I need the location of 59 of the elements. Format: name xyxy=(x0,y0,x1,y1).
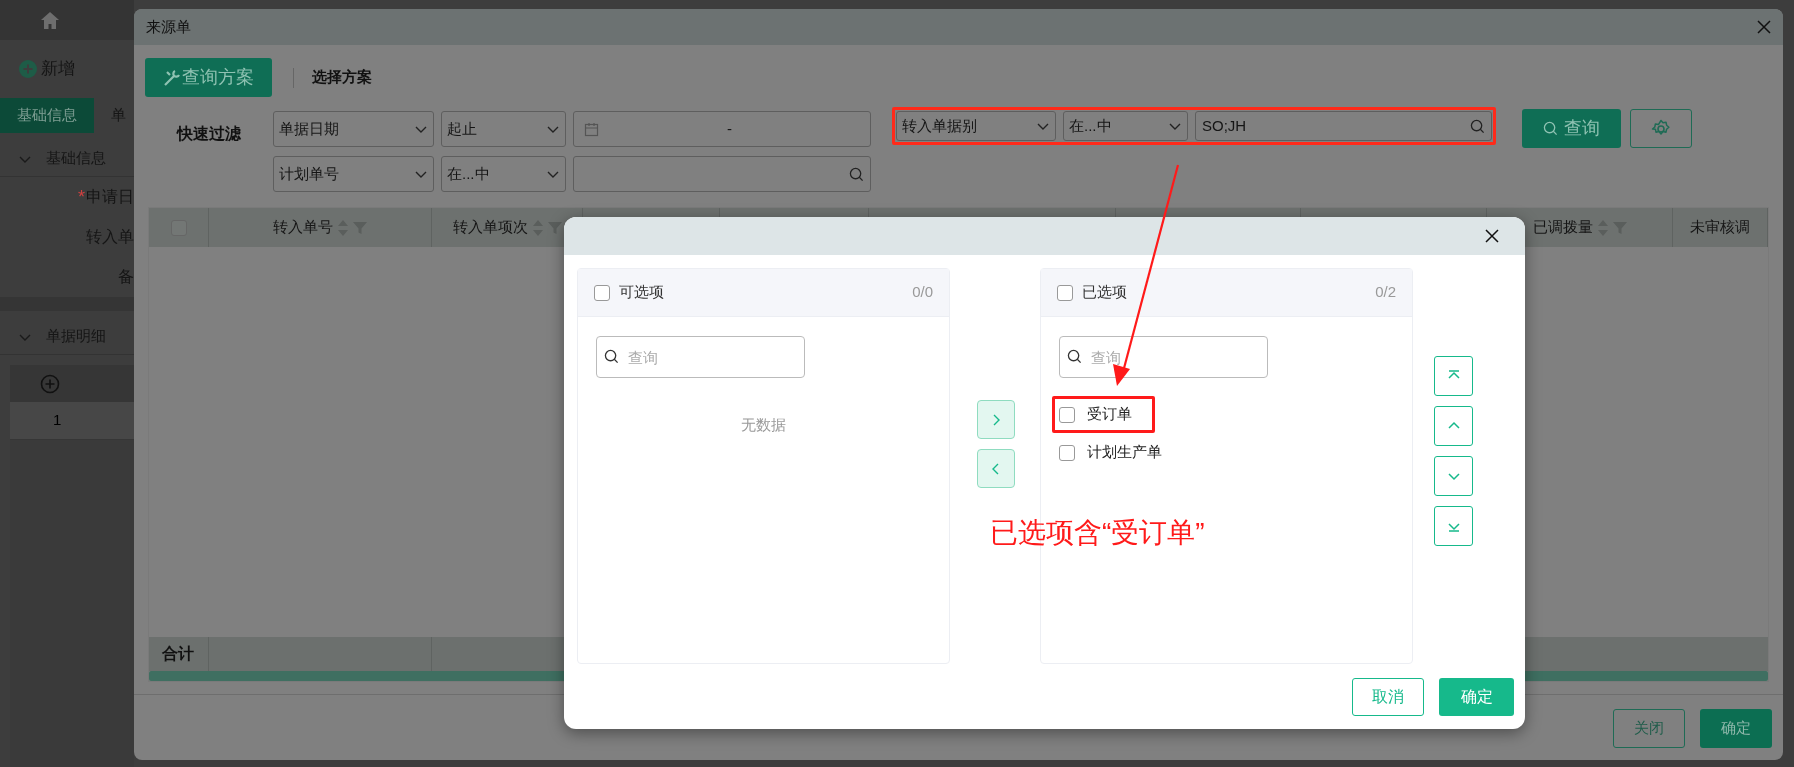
search-icon xyxy=(849,166,864,182)
confirm-button[interactable]: 确定 xyxy=(1439,678,1514,716)
panel-title: 可选项 xyxy=(619,282,664,303)
annotation-text: 已选项含“受订单” xyxy=(990,517,1205,548)
checkbox[interactable] xyxy=(1059,406,1075,423)
search-icon xyxy=(604,349,619,364)
dropdown[interactable]: 转入单据别 xyxy=(896,111,1056,141)
dropdown[interactable]: 计划单号 xyxy=(273,156,434,192)
panel-title: 已选项 xyxy=(1082,282,1127,303)
search-icon xyxy=(1067,349,1082,364)
search-icon xyxy=(1543,121,1558,136)
dropdown[interactable]: 起止 xyxy=(441,111,566,147)
dropdown[interactable]: 在...中 xyxy=(441,156,566,192)
column-header: 已调拨量 xyxy=(1532,217,1593,238)
date-range-field[interactable]: - xyxy=(573,111,871,147)
tab[interactable]: 基础信息 xyxy=(0,98,94,133)
search-icon xyxy=(1470,118,1485,134)
input-field[interactable] xyxy=(573,156,871,192)
list-item[interactable]: 计划生产单 xyxy=(1087,441,1162,464)
tools-icon xyxy=(163,68,181,87)
settings-button[interactable] xyxy=(1630,109,1692,148)
query-scheme-button[interactable]: 查询方案 xyxy=(145,58,272,97)
total-label: 合计 xyxy=(162,644,194,664)
search-field[interactable]: 查询 xyxy=(596,336,805,378)
move-right-button[interactable] xyxy=(977,400,1015,439)
checkbox[interactable] xyxy=(1059,444,1075,461)
confirm-button[interactable]: 确定 xyxy=(1700,709,1772,748)
checkbox[interactable] xyxy=(594,284,610,301)
move-bottom-button[interactable] xyxy=(1434,506,1473,546)
item-count: 0/2 xyxy=(1375,282,1396,303)
close-icon[interactable] xyxy=(1485,229,1499,243)
dropdown[interactable]: 在...中 xyxy=(1063,111,1188,141)
plus-circle-icon xyxy=(18,59,38,79)
list-item[interactable]: 受订单 xyxy=(1087,403,1132,426)
empty-text: 无数据 xyxy=(741,416,786,433)
filter-label: 快速过滤 xyxy=(177,125,241,142)
move-top-button[interactable] xyxy=(1434,356,1473,396)
dialog-title: 来源单 xyxy=(146,16,191,37)
move-up-button[interactable] xyxy=(1434,406,1473,446)
scheme-label[interactable]: 选择方案 xyxy=(312,66,372,89)
column-header: 未审核调 xyxy=(1690,217,1750,238)
item-count: 0/0 xyxy=(912,282,933,303)
column-header: 转入单项次 xyxy=(452,217,528,238)
checkbox[interactable] xyxy=(1057,284,1073,301)
dropdown[interactable]: 单据日期 xyxy=(273,111,434,147)
add-row-icon[interactable] xyxy=(40,373,60,394)
move-left-button[interactable] xyxy=(977,449,1015,488)
filter-icon[interactable] xyxy=(547,220,562,235)
move-down-button[interactable] xyxy=(1434,456,1473,496)
query-button[interactable]: 查询 xyxy=(1522,109,1621,148)
search-field[interactable]: 查询 xyxy=(1059,336,1268,378)
required-mark: * xyxy=(78,185,85,209)
plus-circle-icon xyxy=(40,373,60,394)
calendar-icon xyxy=(584,121,599,137)
row-number: 1 xyxy=(53,410,62,431)
cancel-button[interactable]: 取消 xyxy=(1352,678,1424,716)
input-field[interactable]: SO;JH xyxy=(1195,111,1492,141)
home-icon[interactable] xyxy=(40,10,60,30)
column-header: 转入单号 xyxy=(273,217,333,238)
